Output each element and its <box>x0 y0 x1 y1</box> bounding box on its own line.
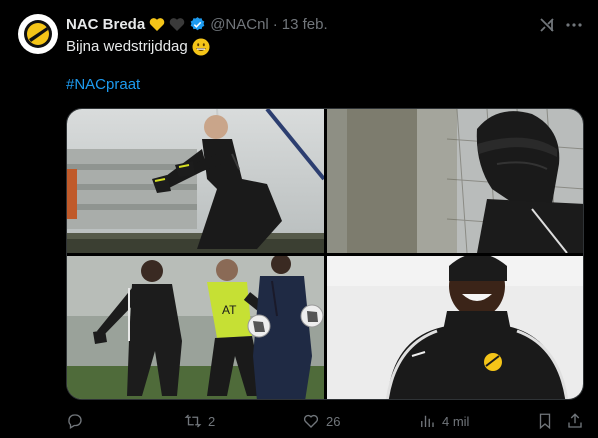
author-name[interactable]: NAC Breda <box>66 16 145 33</box>
views-count: 4 mil <box>442 413 470 429</box>
heart-icon <box>303 414 319 428</box>
nac-crest-icon <box>24 20 52 48</box>
share-button[interactable] <box>566 410 584 432</box>
separator-dot: · <box>272 15 278 33</box>
views-chart-icon <box>421 415 434 427</box>
bookmark-icon <box>539 413 551 430</box>
like-count: 26 <box>326 413 341 429</box>
svg-text:AT: AT <box>222 303 237 317</box>
repost-button[interactable]: 2 <box>184 410 215 432</box>
views-button[interactable]: 4 mil <box>418 410 469 432</box>
smiling-player-photo[interactable] <box>327 256 583 399</box>
reply-icon <box>68 414 82 429</box>
grok-icon[interactable] <box>536 14 558 36</box>
player-in-balaclava-photo[interactable] <box>327 109 583 253</box>
black-heart-icon <box>169 17 185 32</box>
post-date[interactable]: 13 feb. <box>282 16 328 33</box>
yellow-heart-icon <box>149 17 165 32</box>
hashtag-link[interactable]: #NACpraat <box>66 76 140 93</box>
author-handle[interactable]: @NACnl <box>210 16 269 33</box>
verified-badge-icon[interactable] <box>189 16 206 33</box>
tweet-text: Bijna wedstrijddag <box>66 37 210 57</box>
players-with-balls-photo[interactable]: AT <box>67 256 324 399</box>
reply-button[interactable] <box>66 410 90 432</box>
tweet-header: NAC Breda @NACnl · 13 feb. <box>66 14 328 34</box>
media-grid: AT <box>66 108 584 400</box>
tweet[interactable]: NAC Breda @NACnl · 13 feb. Bijna wedstri… <box>0 0 598 438</box>
like-button[interactable]: 26 <box>302 410 340 432</box>
action-bar: 2 26 4 mil <box>66 410 586 432</box>
avatar[interactable] <box>18 14 58 54</box>
grinning-face-emoji-icon <box>192 38 210 56</box>
repost-icon <box>184 414 202 428</box>
tweet-body: Bijna wedstrijddag <box>66 38 188 55</box>
goalkeeper-training-photo[interactable] <box>67 109 324 253</box>
share-icon <box>568 413 582 428</box>
bookmark-button[interactable] <box>536 410 554 432</box>
more-options-icon[interactable] <box>563 14 585 36</box>
repost-count: 2 <box>208 413 216 429</box>
